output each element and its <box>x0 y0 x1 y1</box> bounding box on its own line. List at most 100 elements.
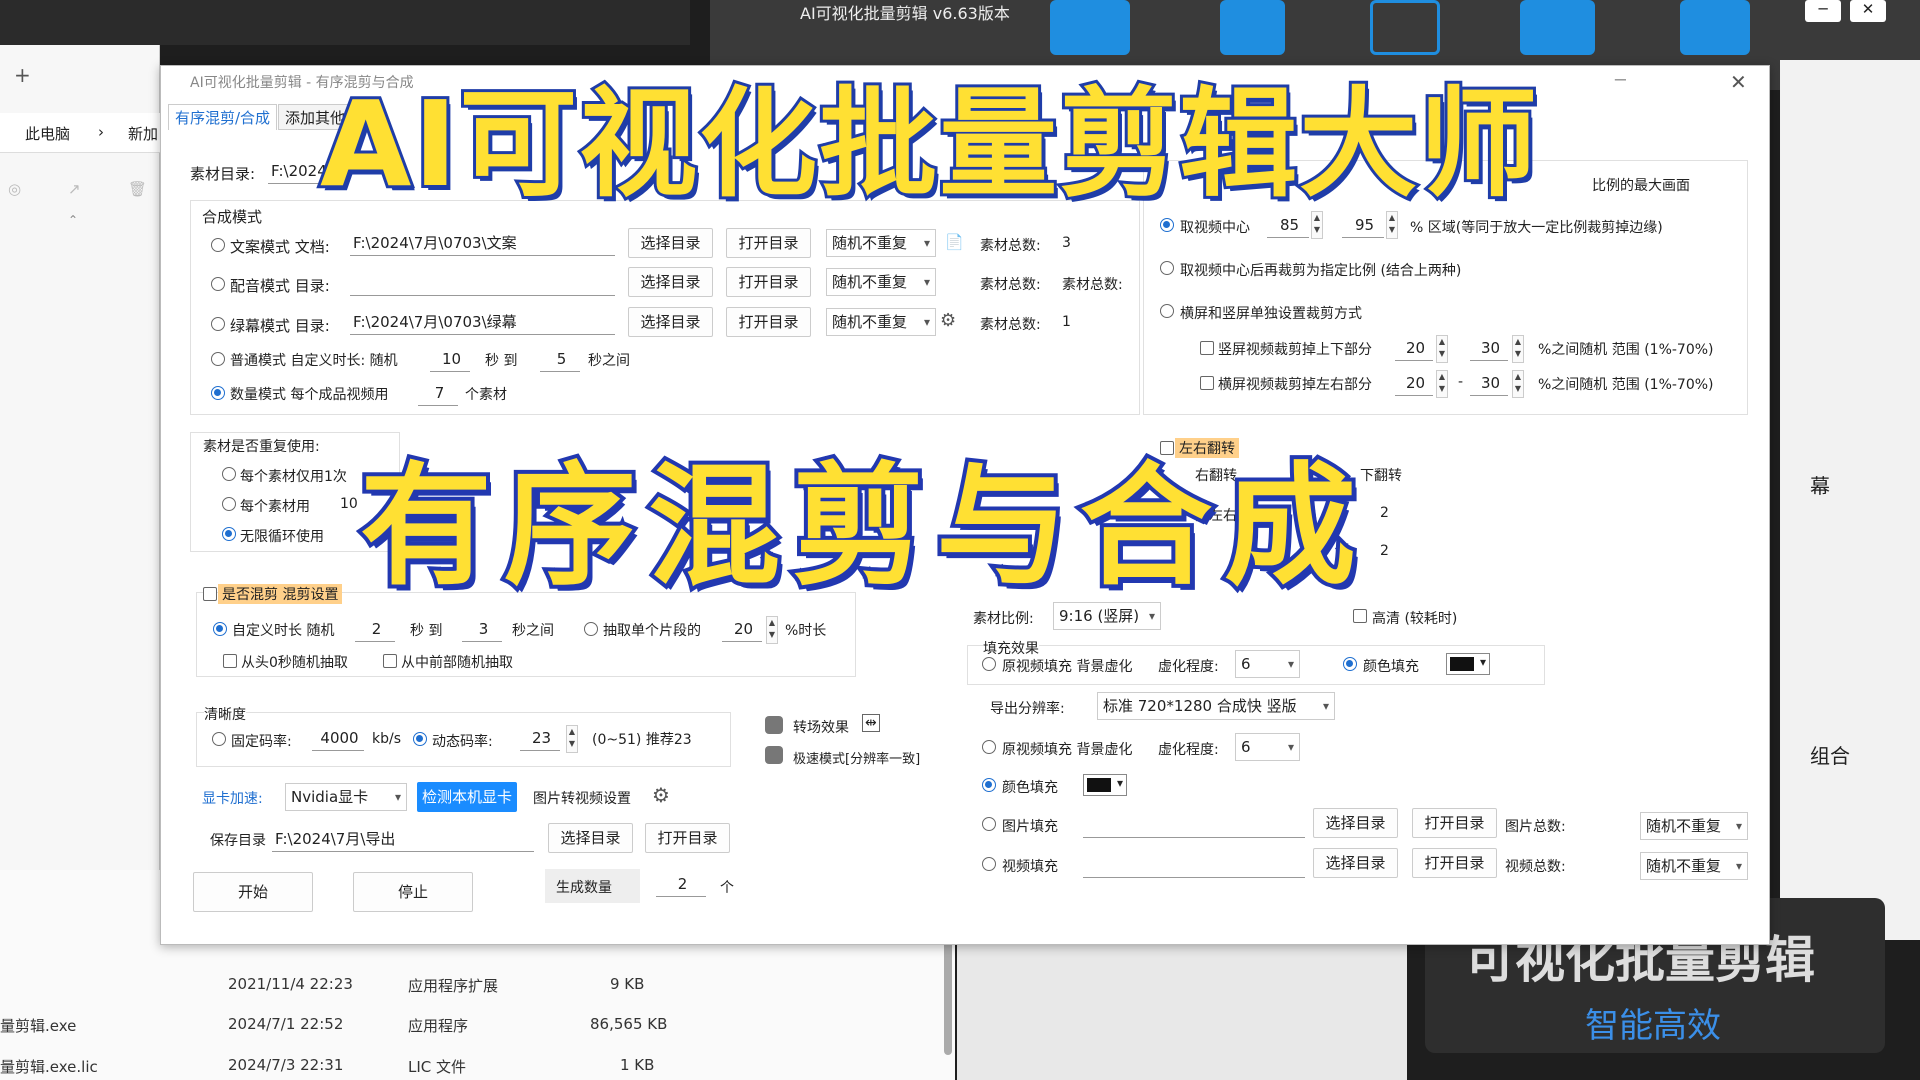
dialog-close-button[interactable]: ✕ <box>1730 70 1747 94</box>
crop-separate-radio[interactable] <box>1160 304 1174 318</box>
save-open-dir-button[interactable]: 打开目录 <box>645 823 730 853</box>
share-icon[interactable]: ↗ <box>68 180 81 198</box>
crop-center-radio[interactable] <box>1160 218 1174 232</box>
tab-ordered-mix[interactable]: 有序混剪/合成 <box>168 104 278 130</box>
video-fill-radio[interactable] <box>982 857 996 871</box>
green-mode-radio[interactable] <box>211 317 225 331</box>
voice-order-select[interactable]: 随机不重复 ▾ <box>826 268 936 296</box>
grid-icon[interactable] <box>1680 0 1750 55</box>
video-order-select[interactable]: 随机不重复 ▾ <box>1640 852 1748 880</box>
gear-icon[interactable]: ⚙ <box>940 310 956 331</box>
crop-horizontal-a-stepper[interactable]: ▲ ▼ <box>1436 370 1448 398</box>
generate-count-input[interactable]: 2 <box>656 871 706 897</box>
color-picker[interactable] <box>1446 653 1490 675</box>
voice-mode-path[interactable] <box>350 270 615 296</box>
color-picker2[interactable] <box>1083 774 1127 796</box>
dialog-minimize-button[interactable]: ─ <box>1615 70 1626 91</box>
delete-icon[interactable]: 🗑 <box>128 180 147 198</box>
mix-single-radio[interactable] <box>584 622 598 636</box>
crop-horizontal-a-input[interactable]: 20 <box>1395 370 1433 396</box>
green-mode-path[interactable]: F:\2024\7月\0703\绿幕 <box>350 309 615 335</box>
text-mode-path[interactable]: F:\2024\7月\0703\文案 <box>350 230 615 256</box>
video-fill-path[interactable] <box>1083 852 1305 878</box>
mix-max-input[interactable]: 3 <box>462 616 502 642</box>
mix-from-middle-checkbox[interactable] <box>383 654 397 668</box>
reuse-each-value[interactable]: 10 <box>340 496 358 512</box>
minimize-button[interactable]: ─ <box>1805 0 1841 22</box>
close-button[interactable]: ✕ <box>1850 0 1886 22</box>
breadcrumb-drive[interactable]: 新加 <box>128 123 158 144</box>
green-open-dir-button[interactable]: 打开目录 <box>726 307 811 337</box>
reuse-each-radio[interactable] <box>222 497 236 511</box>
crop-vertical-a-input[interactable]: 20 <box>1395 335 1433 361</box>
orig-fill2-radio[interactable] <box>982 740 996 754</box>
add-tab-button[interactable]: + <box>14 63 31 87</box>
quantity-mode-radio[interactable] <box>211 386 225 400</box>
detect-gpu-button[interactable]: 检测本机显卡 <box>417 782 517 812</box>
flip-v2[interactable]: 2 <box>1380 543 1389 559</box>
breadcrumb-this-pc[interactable]: 此电脑 <box>25 123 70 144</box>
crop-vertical-b-stepper[interactable]: ▲ ▼ <box>1512 335 1524 363</box>
img-fill-radio[interactable] <box>982 817 996 831</box>
blur2-select[interactable]: 6 ▾ <box>1235 733 1300 761</box>
gpu-select[interactable]: Nvidia显卡 ▾ <box>285 783 407 811</box>
green-order-select[interactable]: 随机不重复 ▾ <box>826 308 936 336</box>
fixed-bitrate-radio[interactable] <box>212 732 226 746</box>
text-order-select[interactable]: 随机不重复 ▾ <box>826 229 936 257</box>
settings-gear-icon[interactable]: ⚙ <box>652 783 670 807</box>
transition-icon[interactable]: ⇹ <box>862 714 880 732</box>
quantity-input[interactable]: 7 <box>418 380 458 406</box>
mix-from-start-checkbox[interactable] <box>223 654 237 668</box>
crop-vertical-checkbox[interactable] <box>1200 341 1214 355</box>
ai-icon[interactable]: ◎ <box>8 180 21 198</box>
save-select-dir-button[interactable]: 选择目录 <box>548 823 633 853</box>
dynamic-bitrate-radio[interactable] <box>413 732 427 746</box>
sliders-icon[interactable] <box>1370 0 1440 55</box>
blur-select[interactable]: 6 ▾ <box>1235 650 1300 678</box>
img-fill-path[interactable] <box>1083 812 1305 838</box>
crop-center-then-radio[interactable] <box>1160 261 1174 275</box>
list-item[interactable]: 量剪辑.exe.lic 2024/7/3 22:31 LIC 文件 1 KB <box>0 1046 950 1080</box>
crop-horizontal-checkbox[interactable] <box>1200 376 1214 390</box>
green-select-dir-button[interactable]: 选择目录 <box>628 307 713 337</box>
reuse-once-radio[interactable] <box>222 467 236 481</box>
mix-custom-radio[interactable] <box>213 622 227 636</box>
list-item[interactable]: 量剪辑.exe 2024/7/1 22:52 应用程序 86,565 KB <box>0 1005 950 1045</box>
voice-open-dir-button[interactable]: 打开目录 <box>726 267 811 297</box>
mix-checkbox[interactable] <box>203 587 217 601</box>
dynamic-bitrate-input[interactable]: 23 <box>520 725 560 751</box>
crop-vertical-a-stepper[interactable]: ▲ ▼ <box>1436 335 1448 363</box>
text-select-dir-button[interactable]: 选择目录 <box>628 228 713 258</box>
normal-min-input[interactable]: 10 <box>430 346 470 372</box>
export-res-select[interactable]: 标准 720*1280 合成快 竖版 ▾ <box>1097 692 1335 720</box>
mix-min-input[interactable]: 2 <box>355 616 395 642</box>
video-icon[interactable] <box>1050 0 1130 55</box>
img-order-select[interactable]: 随机不重复 ▾ <box>1640 812 1748 840</box>
img-select-dir-button[interactable]: 选择目录 <box>1313 808 1398 838</box>
crop-horizontal-b-stepper[interactable]: ▲ ▼ <box>1512 370 1524 398</box>
start-button[interactable]: 开始 <box>193 872 313 912</box>
text-open-dir-button[interactable]: 打开目录 <box>726 228 811 258</box>
crop-horizontal-b-input[interactable]: 30 <box>1470 370 1508 396</box>
video-select-dir-button[interactable]: 选择目录 <box>1313 848 1398 878</box>
flip-v1[interactable]: 2 <box>1380 505 1389 521</box>
list-item[interactable]: 2021/11/4 22:23 应用程序扩展 9 KB <box>0 965 950 1005</box>
sidebar-item[interactable]: 幕 <box>1810 470 1830 499</box>
img-open-dir-button[interactable]: 打开目录 <box>1412 808 1497 838</box>
orig-fill-radio[interactable] <box>982 657 996 671</box>
mix-single-stepper[interactable]: ▲ ▼ <box>766 616 778 644</box>
sort-up-icon[interactable]: ⌃ <box>68 213 78 227</box>
sidebar-item[interactable]: 组合 <box>1810 740 1850 769</box>
list-add-icon[interactable] <box>1220 0 1285 55</box>
export-icon[interactable] <box>1520 0 1595 55</box>
color-fill2-radio[interactable] <box>982 778 996 792</box>
save-dir-input[interactable]: F:\2024\7月\导出 <box>272 826 534 852</box>
voice-mode-radio[interactable] <box>211 277 225 291</box>
stop-button[interactable]: 停止 <box>353 872 473 912</box>
fast-mode-toggle[interactable] <box>765 746 783 764</box>
normal-max-input[interactable]: 5 <box>540 346 580 372</box>
fixed-bitrate-input[interactable]: 4000 <box>312 725 364 751</box>
reuse-loop-radio[interactable] <box>222 527 236 541</box>
img-to-video-settings[interactable]: 图片转视频设置 <box>533 788 631 808</box>
video-open-dir-button[interactable]: 打开目录 <box>1412 848 1497 878</box>
